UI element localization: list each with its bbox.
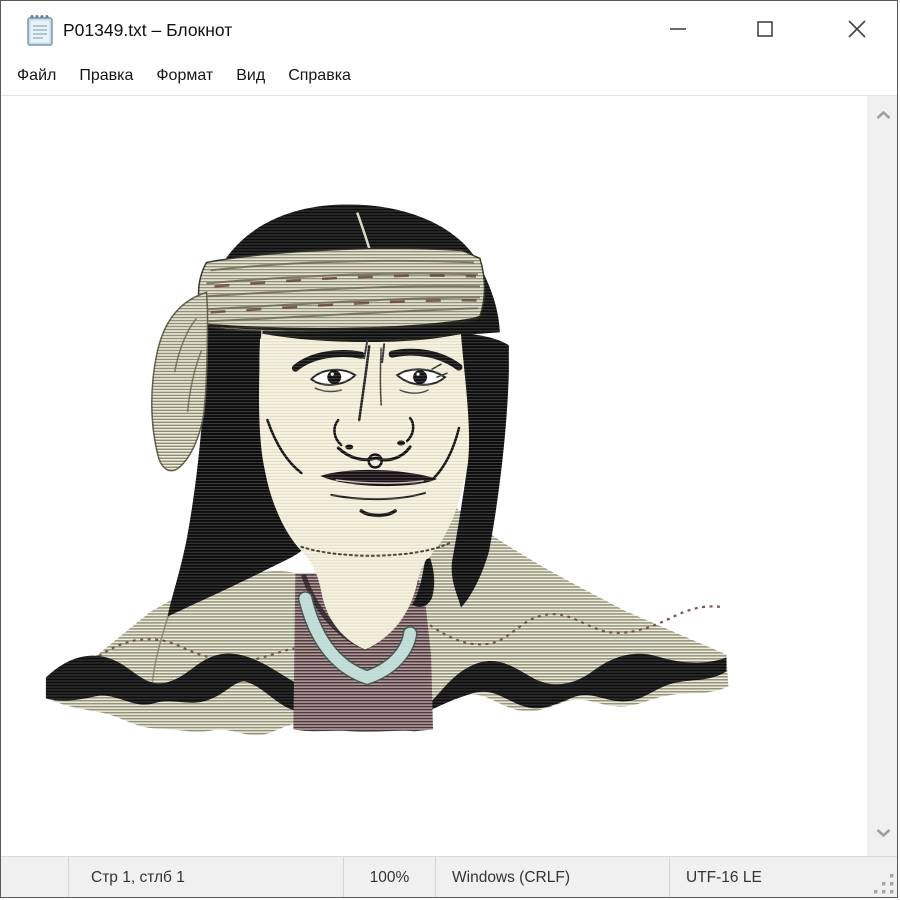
notepad-app-icon <box>25 12 57 48</box>
status-encoding: UTF-16 LE <box>669 857 898 898</box>
menu-bar: Файл Правка Формат Вид Справка <box>1 57 898 96</box>
close-button[interactable] <box>828 1 886 57</box>
menu-format[interactable]: Формат <box>148 57 221 95</box>
notepad-window: P01349.txt – Блокнот Файл Правка Формат … <box>0 0 898 898</box>
status-bar: Стр 1, стлб 1 100% Windows (CRLF) UTF-16… <box>1 856 898 898</box>
menu-view[interactable]: Вид <box>228 57 273 95</box>
close-icon <box>845 17 869 41</box>
scroll-down-button[interactable] <box>867 818 898 848</box>
vertical-scrollbar[interactable] <box>867 96 898 856</box>
minimize-icon <box>667 18 689 40</box>
window-title: P01349.txt – Блокнот <box>63 1 232 57</box>
status-line-ending: Windows (CRLF) <box>435 857 669 898</box>
chevron-down-icon <box>876 829 891 837</box>
text-editor-area[interactable] <box>1 96 867 856</box>
scroll-up-button[interactable] <box>867 100 898 130</box>
status-cursor-position: Стр 1, стлб 1 <box>68 857 343 898</box>
menu-file[interactable]: Файл <box>9 57 64 95</box>
menu-help[interactable]: Справка <box>280 57 359 95</box>
maximize-button[interactable] <box>736 1 794 57</box>
title-bar: P01349.txt – Блокнот <box>1 1 898 57</box>
menu-edit[interactable]: Правка <box>71 57 141 95</box>
maximize-icon <box>754 18 776 40</box>
minimize-button[interactable] <box>649 1 707 57</box>
chevron-up-icon <box>876 111 891 119</box>
status-zoom-level: 100% <box>343 857 435 898</box>
resize-grip[interactable] <box>871 871 897 897</box>
